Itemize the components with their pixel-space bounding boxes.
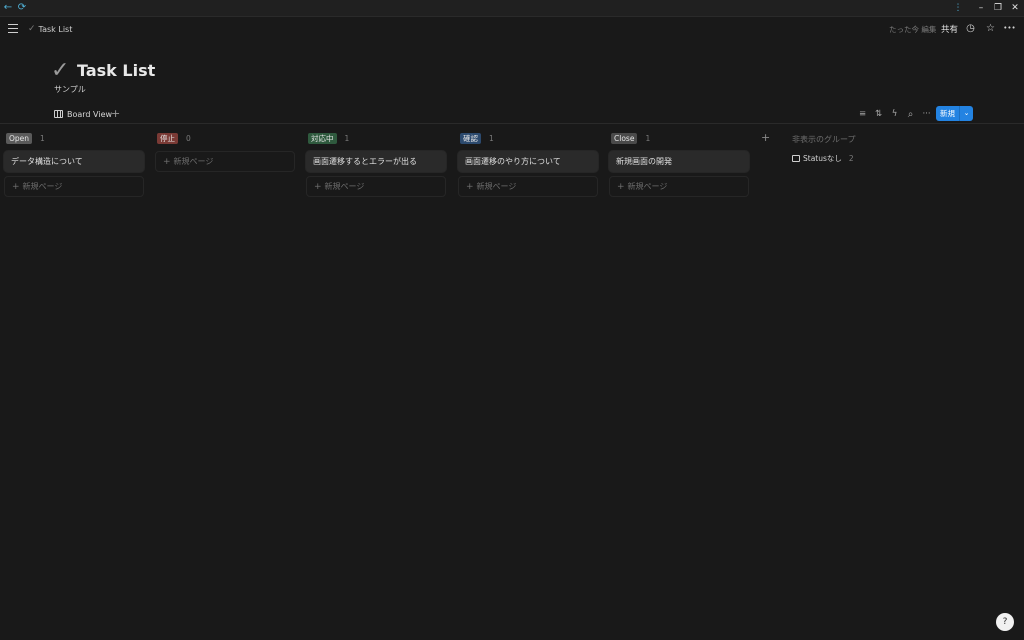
plus-icon: +: [12, 182, 20, 192]
tab-board-view[interactable]: Board View: [54, 107, 112, 121]
add-group-icon[interactable]: +: [761, 131, 770, 144]
page-title[interactable]: Task List: [77, 61, 155, 80]
column-header[interactable]: 停止 0: [155, 129, 295, 147]
page-subtitle[interactable]: サンプル: [54, 84, 86, 95]
column-header[interactable]: 確認 1: [458, 129, 598, 147]
status-badge: Open: [6, 132, 33, 144]
hidden-groups-title: 非表示のグループ: [792, 135, 856, 144]
new-page-label: 新規ページ: [173, 157, 214, 166]
hidden-group-count: 2: [848, 154, 854, 163]
history-icon[interactable]: ◷: [964, 22, 977, 35]
column-count: 1: [489, 133, 494, 143]
new-page-button[interactable]: + 新規ページ: [609, 176, 749, 197]
new-page-label: 新規ページ: [22, 182, 63, 191]
board-card[interactable]: 画面遷移するとエラーが出る: [306, 151, 446, 172]
column-count: 1: [645, 133, 651, 143]
automation-icon[interactable]: ϟ: [889, 109, 900, 120]
new-page-button[interactable]: + 新規ページ: [306, 176, 446, 197]
new-page-label: 新規ページ: [476, 182, 517, 191]
plus-icon: +: [314, 182, 322, 192]
page-check-icon[interactable]: ✓: [51, 59, 75, 83]
plus-icon: +: [617, 182, 625, 192]
view-more-icon[interactable]: ···: [921, 109, 932, 120]
hidden-group-name: Statusなし: [803, 154, 842, 163]
maximize-icon[interactable]: ❐: [992, 2, 1004, 14]
column-count: 1: [344, 133, 350, 143]
board-column-stopped: 停止 0 + 新規ページ: [155, 129, 295, 172]
new-button[interactable]: 新規 ⌄: [936, 106, 973, 121]
help-icon[interactable]: ?: [996, 613, 1014, 631]
edited-status: たった今 編集: [889, 25, 937, 34]
window-chrome: ← ⟳ ⋮ – ❐ ✕: [0, 0, 1024, 17]
app-menu-icon[interactable]: ⋮: [952, 2, 964, 14]
plus-icon: +: [466, 182, 474, 192]
new-page-button[interactable]: + 新規ページ: [4, 176, 144, 197]
new-page-button[interactable]: + 新規ページ: [458, 176, 598, 197]
board-card[interactable]: データ構造について: [4, 151, 144, 172]
hidden-group-item[interactable]: Statusなし 2: [792, 153, 854, 164]
status-badge: 対応中: [308, 132, 337, 144]
breadcrumb-label: Task List: [38, 24, 73, 34]
breadcrumb[interactable]: ✓ Task List: [28, 23, 72, 35]
column-count: 1: [40, 133, 45, 143]
status-badge: Close: [611, 132, 638, 144]
status-badge: 停止: [157, 132, 178, 144]
board-column-in-progress: 対応中 1 画面遷移するとエラーが出る + 新規ページ: [306, 129, 446, 197]
new-page-button[interactable]: + 新規ページ: [155, 151, 295, 172]
board-column-open: Open 1 データ構造について + 新規ページ: [4, 129, 144, 197]
more-options-icon[interactable]: •••: [1003, 22, 1016, 35]
share-button[interactable]: 共有: [941, 23, 958, 35]
column-count: 0: [186, 133, 191, 143]
sidebar-menu-icon[interactable]: [8, 24, 18, 33]
plus-icon: +: [163, 157, 171, 167]
column-header[interactable]: Close 1: [609, 129, 749, 147]
new-page-label: 新規ページ: [627, 182, 668, 191]
check-icon: ✓: [28, 24, 36, 34]
view-bar: Board View + ≡ ⇅ ϟ ⌕ ···: [0, 103, 1024, 124]
inbox-icon: [792, 155, 800, 162]
column-header[interactable]: Open 1: [4, 129, 144, 147]
minimize-icon[interactable]: –: [975, 2, 987, 14]
search-icon[interactable]: ⌕: [905, 109, 916, 120]
new-button-label[interactable]: 新規: [936, 106, 960, 121]
column-header[interactable]: 対応中 1: [306, 129, 446, 147]
view-name: Board View: [67, 109, 113, 119]
new-page-label: 新規ページ: [324, 182, 365, 191]
reload-icon[interactable]: ⟳: [16, 2, 28, 14]
filter-icon[interactable]: ≡: [857, 109, 868, 120]
board-column-close: Close 1 新規画面の開発 + 新規ページ: [609, 129, 749, 197]
board-card[interactable]: 新規画面の開発: [609, 151, 749, 172]
star-icon[interactable]: ☆: [984, 22, 997, 35]
sort-icon[interactable]: ⇅: [873, 109, 884, 120]
board-icon: [54, 110, 63, 118]
board-card[interactable]: 画面遷移のやり方について: [458, 151, 598, 172]
chevron-down-icon[interactable]: ⌄: [960, 106, 973, 121]
back-icon[interactable]: ←: [2, 2, 14, 14]
status-badge: 確認: [460, 132, 481, 144]
add-view-icon[interactable]: +: [111, 107, 120, 120]
board-column-review: 確認 1 画面遷移のやり方について + 新規ページ: [458, 129, 598, 197]
close-icon[interactable]: ✕: [1009, 2, 1021, 14]
top-bar: ✓ Task List たった今 編集 共有 ◷ ☆ •••: [0, 17, 1024, 41]
